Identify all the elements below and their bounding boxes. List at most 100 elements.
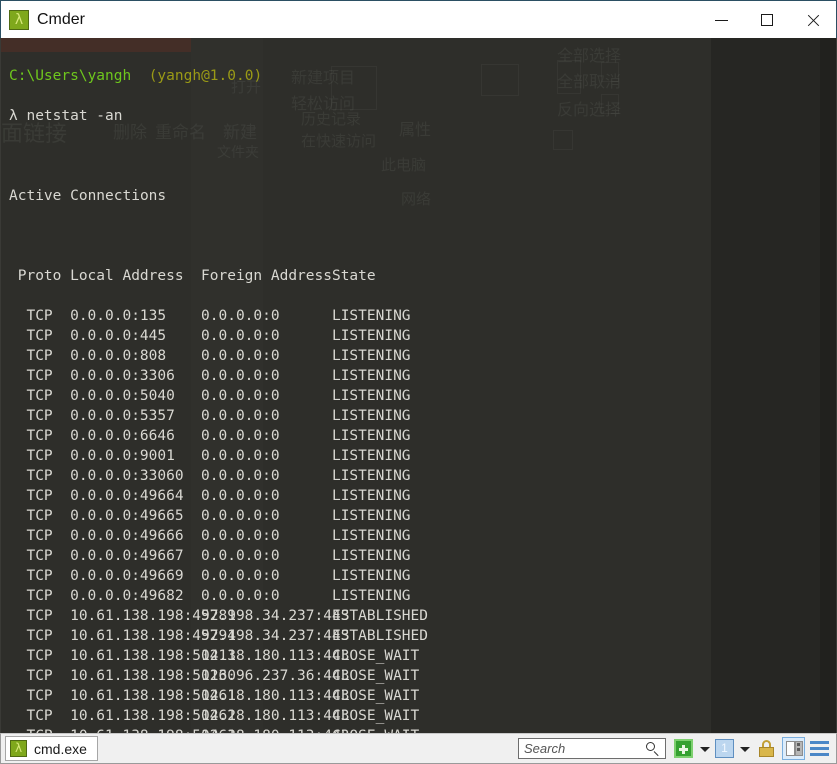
lambda-icon: λ (10, 740, 27, 757)
output-title: Active Connections (9, 188, 167, 204)
hamburger-menu-icon[interactable] (810, 740, 830, 758)
cell-state: LISTENING (331, 328, 411, 344)
cell-state: CLOSE_WAIT (331, 688, 420, 704)
cell-state: LISTENING (331, 488, 411, 504)
table-row: TCP 0.0.0.0:445 0.0.0.0:0 LISTENING (9, 326, 836, 346)
cell-state: LISTENING (331, 368, 411, 384)
prompt-line: C:\Users\yangh (yangh@1.0.0) (9, 66, 836, 86)
cell-foreign-address: 14.18.180.113:443 (201, 688, 350, 704)
cell-state: ESTABLISHED (331, 628, 428, 644)
tab-label: cmd.exe (34, 740, 87, 757)
table-row: TCP 0.0.0.0:49669 0.0.0.0:0 LISTENING (9, 566, 836, 586)
minimize-button[interactable] (698, 1, 744, 38)
table-row: TCP 0.0.0.0:49682 0.0.0.0:0 LISTENING (9, 586, 836, 606)
connection-rows: TCP 0.0.0.0:135 0.0.0.0:0 LISTENING TCP 0.0.… (9, 306, 836, 733)
table-row: TCP 0.0.0.0:3306 0.0.0.0:0 LISTENING (9, 366, 836, 386)
header-state: State (331, 268, 376, 284)
tab-strip: λ cmd.exe (1, 733, 518, 764)
cell-state: CLOSE_WAIT (331, 668, 420, 684)
terminal-output: C:\Users\yangh (yangh@1.0.0) λ netstat -… (1, 38, 836, 733)
cell-local-address: 10.61.138.198:50261 (70, 688, 236, 704)
chevron-down-icon[interactable] (698, 739, 711, 759)
cell-foreign-address: 0.0.0.0:0 (201, 408, 280, 424)
cell-proto: TCP (9, 388, 53, 404)
table-row: TCP 0.0.0.0:33060 0.0.0.0:0 LISTENING (9, 466, 836, 486)
table-row: TCP 0.0.0.0:49667 0.0.0.0:0 LISTENING (9, 546, 836, 566)
close-button[interactable] (790, 1, 836, 38)
table-row: TCP 10.61.138.198:5026114.18.180.113:443C… (9, 686, 836, 706)
cell-local-address: 0.0.0.0:5357 (70, 408, 175, 424)
cell-proto: TCP (9, 468, 53, 484)
cell-foreign-address: 14.18.180.113:443 (201, 648, 350, 664)
tab-count-badge[interactable]: 1 (715, 739, 734, 758)
cell-local-address: 0.0.0.0:808 (70, 348, 167, 364)
cell-state: LISTENING (331, 568, 411, 584)
search-placeholder: Search (524, 741, 566, 756)
table-row: TCP 0.0.0.0:49664 0.0.0.0:0 LISTENING (9, 486, 836, 506)
cell-state: LISTENING (331, 428, 411, 444)
window-titlebar[interactable]: λ Cmder (0, 0, 837, 38)
cell-foreign-address: 0.0.0.0:0 (201, 328, 280, 344)
cmder-window: λ Cmder 面链接 删除 重命名 新建 文件夹 历史记录 新建项目 轻松访问 (0, 0, 837, 764)
lambda-icon: λ (9, 9, 29, 30)
cell-proto: TCP (9, 608, 53, 624)
table-row: TCP10.61.138.198:5026314.18.180.113:443C… (9, 726, 836, 733)
cell-proto: TCP (9, 428, 53, 444)
cell-proto: TCP (9, 628, 53, 644)
table-row: TCP 0.0.0.0:5357 0.0.0.0:0 LISTENING (9, 406, 836, 426)
cell-state: LISTENING (331, 548, 411, 564)
window-title: Cmder (37, 10, 86, 28)
command-line: λ netstat -an (9, 106, 836, 126)
table-header: Proto Local Address Foreign AddressState (9, 266, 836, 286)
cell-foreign-address: 52.198.34.237:443 (201, 628, 350, 644)
cell-local-address: 0.0.0.0:445 (70, 328, 167, 344)
table-row: TCP 10.61.138.198:50260113.96.237.36:443C… (9, 666, 836, 686)
header-proto: Proto (17, 268, 62, 284)
lock-icon[interactable] (758, 739, 775, 758)
cell-state: LISTENING (331, 348, 411, 364)
cell-proto: TCP (9, 548, 53, 564)
cell-local-address: 10.61.138.198:50260 (70, 668, 236, 684)
cell-foreign-address: 0.0.0.0:0 (201, 468, 280, 484)
cell-proto: TCP (9, 648, 53, 664)
cell-proto: TCP (9, 528, 53, 544)
chevron-down-icon[interactable] (738, 739, 751, 759)
maximize-button[interactable] (744, 1, 790, 38)
new-tab-plus-icon[interactable] (674, 739, 693, 758)
cell-foreign-address: 0.0.0.0:0 (201, 568, 280, 584)
cell-local-address: 0.0.0.0:49666 (70, 528, 184, 544)
cell-foreign-address: 113.96.237.36:443 (201, 668, 350, 684)
cell-local-address: 0.0.0.0:33060 (70, 468, 184, 484)
cell-proto: TCP (9, 688, 53, 704)
cell-local-address: 0.0.0.0:49667 (70, 548, 184, 564)
table-row: TCP 10.61.138.198:4979452.198.34.237:443E… (9, 626, 836, 646)
magnifier-icon[interactable] (645, 741, 661, 757)
command-text: netstat -an (26, 108, 123, 124)
cell-local-address: 0.0.0.0:6646 (70, 428, 175, 444)
table-row: TCP 10.61.138.198:4978952.198.34.237:443E… (9, 606, 836, 626)
cell-proto: TCP (9, 668, 53, 684)
cell-local-address: 0.0.0.0:49665 (70, 508, 184, 524)
cell-state: CLOSE_WAIT (331, 648, 420, 664)
terminal-surface[interactable]: 面链接 删除 重命名 新建 文件夹 历史记录 新建项目 轻松访问 属性 全部选择… (0, 38, 837, 733)
cell-proto: TCP (9, 708, 53, 724)
table-row: TCP 0.0.0.0:808 0.0.0.0:0 LISTENING (9, 346, 836, 366)
tab-cmd-exe[interactable]: λ cmd.exe (5, 736, 98, 761)
cell-state: CLOSE_WAIT (331, 708, 420, 724)
cell-local-address: 10.61.138.198:49789 (70, 608, 236, 624)
cell-proto: TCP (9, 448, 53, 464)
cell-foreign-address: 0.0.0.0:0 (201, 548, 280, 564)
cell-proto: TCP (9, 726, 70, 733)
cell-foreign-address: 0.0.0.0:0 (201, 348, 280, 364)
cell-state: LISTENING (331, 408, 411, 424)
prompt-symbol: λ (9, 108, 18, 124)
cell-foreign-address: 14.18.180.113:443 (201, 726, 349, 733)
cell-proto: TCP (9, 508, 53, 524)
cell-local-address: 0.0.0.0:49664 (70, 488, 184, 504)
split-pane-icon[interactable] (782, 737, 805, 760)
cell-proto: TCP (9, 328, 53, 344)
cell-foreign-address: 0.0.0.0:0 (201, 488, 280, 504)
cell-local-address: 0.0.0.0:49682 (70, 588, 184, 604)
search-input[interactable]: Search (518, 738, 666, 759)
cell-foreign-address: 0.0.0.0:0 (201, 368, 280, 384)
